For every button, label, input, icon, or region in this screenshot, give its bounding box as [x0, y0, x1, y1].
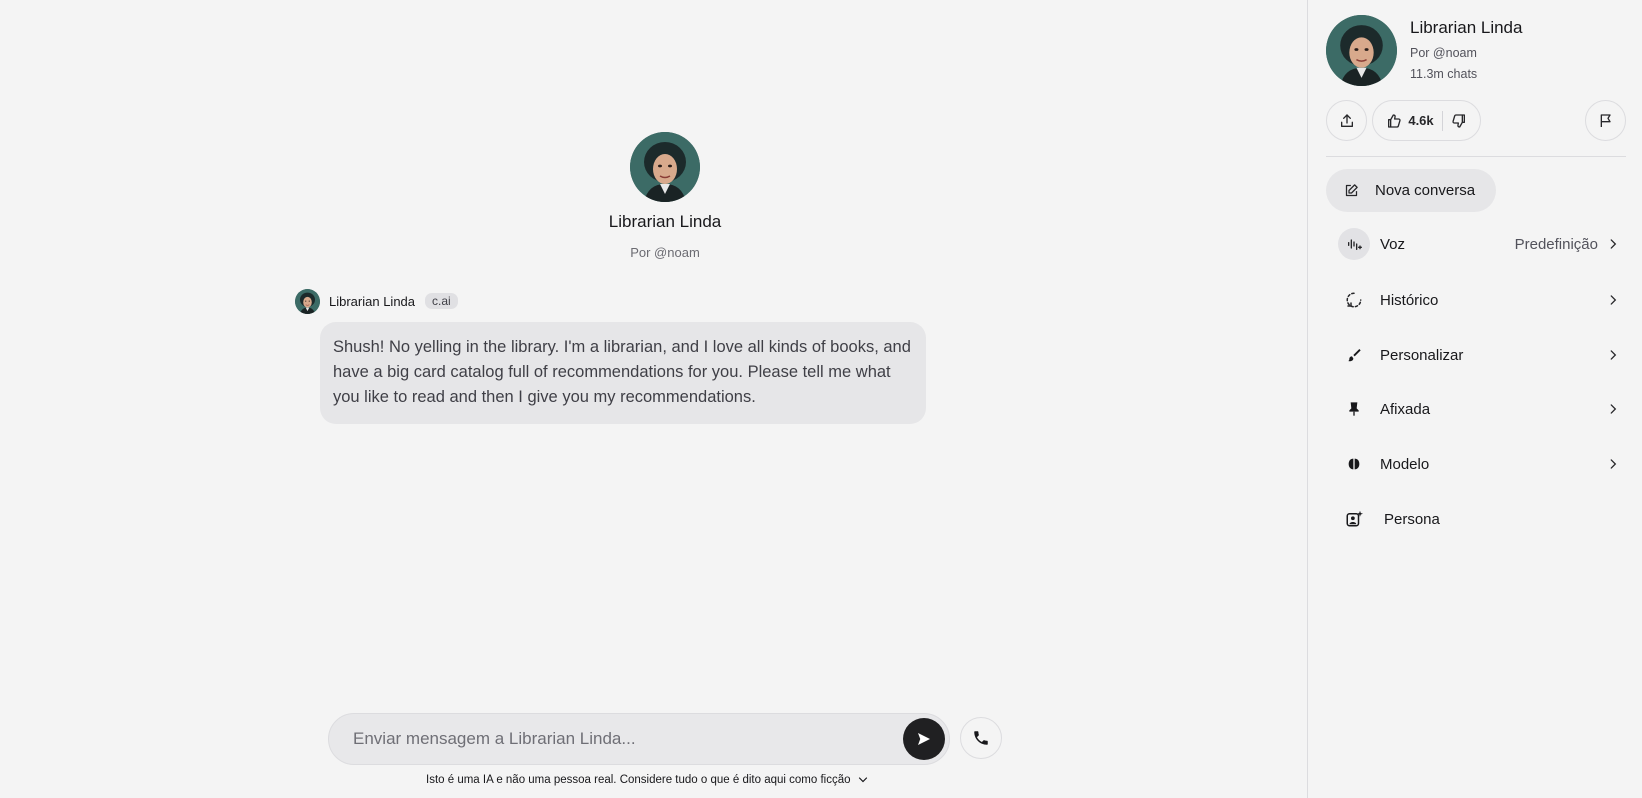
- new-chat-button[interactable]: Nova conversa: [1326, 169, 1496, 212]
- chevron-down-icon: [859, 777, 868, 783]
- menu-label-voice: Voz: [1380, 235, 1406, 253]
- chevron-right-icon: [1610, 239, 1617, 249]
- voice-icon: [1338, 228, 1370, 260]
- menu-label-pinned: Afixada: [1380, 400, 1431, 418]
- edit-icon: [1345, 184, 1358, 197]
- panel-avatar[interactable]: [1326, 15, 1397, 86]
- chat-message: Librarian Linda c.ai Shush! No yelling i…: [295, 288, 935, 424]
- menu-item-model[interactable]: Modelo: [1326, 442, 1626, 486]
- brush-icon: [1338, 339, 1370, 371]
- character-name: Librarian Linda: [608, 212, 722, 231]
- flag-icon: [1600, 113, 1611, 127]
- chevron-right-icon: [1610, 295, 1617, 305]
- menu-item-persona[interactable]: Persona: [1326, 497, 1626, 541]
- message-avatar[interactable]: [295, 289, 320, 314]
- chevron-right-icon: [1610, 404, 1617, 414]
- send-button[interactable]: [903, 718, 945, 760]
- share-button[interactable]: [1326, 100, 1367, 141]
- panel-chat-count: 11.3m chats: [1410, 67, 1478, 81]
- menu-label-customize: Personalizar: [1380, 346, 1464, 364]
- menu-label-history: Histórico: [1380, 291, 1439, 309]
- thumbs-up-icon: [1388, 113, 1401, 128]
- message-header: Librarian Linda c.ai: [295, 288, 935, 314]
- message-composer: [328, 713, 950, 765]
- menu-label-model: Modelo: [1380, 455, 1430, 473]
- menu-item-history[interactable]: Histórico: [1326, 278, 1626, 322]
- character-panel: Librarian Linda Por @noam 11.3m chats 4.…: [1307, 0, 1642, 798]
- panel-creator[interactable]: Por @noam: [1410, 46, 1477, 60]
- like-count: 4.6k: [1408, 113, 1434, 128]
- phone-icon: [974, 731, 988, 745]
- menu-item-customize[interactable]: Personalizar: [1326, 333, 1626, 377]
- message-bubble: Shush! No yelling in the library. I'm a …: [320, 322, 926, 424]
- character-creator: Por @noam: [630, 245, 700, 260]
- chat-area: Librarian Linda Por @noam Librarian Lind…: [0, 0, 1307, 798]
- share-icon: [1340, 113, 1353, 127]
- chevron-right-icon: [1610, 459, 1617, 469]
- persona-icon: [1338, 503, 1370, 535]
- panel-divider: [1326, 156, 1626, 157]
- cai-badge: c.ai: [425, 293, 458, 309]
- voice-value: Predefinição: [1514, 235, 1598, 253]
- brain-icon: [1338, 448, 1370, 480]
- history-icon: [1338, 284, 1370, 316]
- menu-label-persona: Persona: [1384, 510, 1440, 528]
- dislike-button[interactable]: [1443, 113, 1467, 129]
- disclaimer-text: Isto é uma IA e não uma pessoa real. Con…: [426, 774, 851, 786]
- like-button[interactable]: 4.6k: [1386, 110, 1443, 131]
- report-button[interactable]: [1585, 100, 1626, 141]
- message-author: Librarian Linda: [329, 293, 416, 309]
- message-input[interactable]: [353, 714, 893, 764]
- send-icon: [918, 733, 930, 745]
- thumbs-down-icon: [1452, 113, 1465, 128]
- new-chat-label: Nova conversa: [1375, 182, 1476, 199]
- ai-disclaimer[interactable]: Isto é uma IA e não uma pessoa real. Con…: [426, 774, 869, 786]
- menu-item-voice[interactable]: Voz Predefinição: [1326, 222, 1626, 266]
- character-header: Librarian Linda Por @noam: [0, 132, 1330, 260]
- panel-character-name: Librarian Linda: [1410, 18, 1523, 37]
- menu-item-pinned[interactable]: Afixada: [1326, 387, 1626, 431]
- chevron-right-icon: [1610, 350, 1617, 360]
- character-avatar: [630, 132, 700, 202]
- rating-group: 4.6k: [1372, 100, 1481, 141]
- pin-icon: [1338, 393, 1370, 425]
- call-button[interactable]: [960, 717, 1002, 759]
